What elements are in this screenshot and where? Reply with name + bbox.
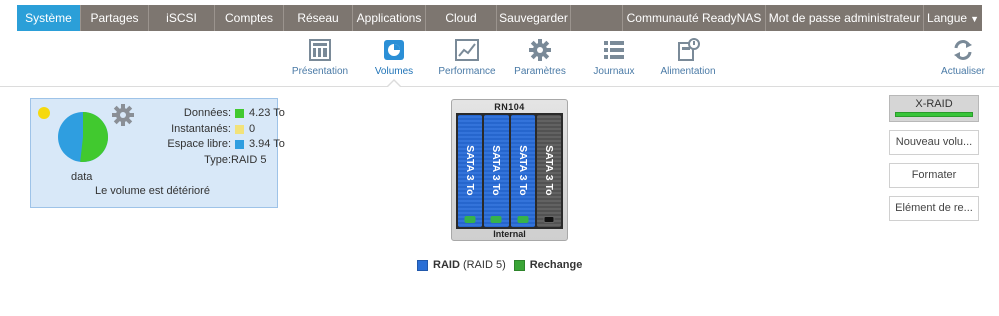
volume-name: data <box>71 171 93 183</box>
stat-label: Type: <box>204 153 231 166</box>
overview-icon <box>280 37 360 63</box>
stat-type-row: Type: RAID 5 <box>127 153 285 169</box>
legend-raid: RAID (RAID 5) <box>417 259 506 271</box>
tab-sauvegarder[interactable]: Sauvegarder <box>497 5 571 31</box>
language-label: Langue <box>927 11 968 25</box>
sub-toolbar: Présentation Volumes Performance Paramèt… <box>0 31 999 87</box>
volume-status-indicator <box>38 107 50 119</box>
tab-reseau[interactable]: Réseau <box>284 5 353 31</box>
disk-label: SATA 3 To <box>464 145 477 196</box>
raid-swatch <box>417 259 428 271</box>
xraid-status-bar <box>895 112 973 117</box>
subnav-label: Volumes <box>374 66 414 77</box>
caret-down-icon: ▼ <box>970 14 979 24</box>
active-pointer-inner <box>387 81 401 88</box>
stat-value: 4.23 To <box>249 107 285 119</box>
disk-bay-2[interactable]: SATA 3 To <box>484 115 509 227</box>
spare-swatch <box>513 259 525 271</box>
legend-spare-label: Rechange <box>529 259 583 271</box>
xraid-toggle[interactable]: X-RAID <box>889 95 979 122</box>
gear-icon <box>500 37 580 63</box>
performance-chart-icon <box>427 37 507 63</box>
nav-spacer <box>571 5 623 31</box>
stat-value: 0 <box>249 122 256 135</box>
stat-label: Données: <box>183 107 231 119</box>
stat-snapshots-row: Instantanés: 0 <box>127 122 285 138</box>
nas-chassis: RN104 SATA 3 To SATA 3 To SATA 3 To SATA… <box>451 99 568 241</box>
subnav-label: Alimentation <box>660 66 716 77</box>
tab-cloud[interactable]: Cloud <box>426 5 497 31</box>
subnav-label: Performance <box>438 66 496 77</box>
stat-data-row: Données: 4.23 To <box>127 106 285 122</box>
legend-spare: Rechange <box>513 259 583 271</box>
new-volume-button[interactable]: Nouveau volu... <box>889 130 979 155</box>
disk-legend: RAID (RAID 5) Rechange <box>417 259 590 271</box>
list-icon <box>574 37 654 63</box>
free-swatch <box>235 140 244 150</box>
stat-label: Instantanés: <box>171 122 231 135</box>
subnav-label: Journaux <box>593 66 635 77</box>
power-icon <box>648 37 728 63</box>
volumes-icon <box>354 37 434 63</box>
tab-comptes[interactable]: Comptes <box>215 5 284 31</box>
volume-usage-pie <box>58 112 109 162</box>
admin-password-link[interactable]: Mot de passe administrateur <box>766 5 924 31</box>
chassis-location: Internal <box>493 229 526 239</box>
data-swatch <box>235 109 244 119</box>
disk-led <box>490 216 502 223</box>
disk-label: SATA 3 To <box>490 145 503 196</box>
refresh-label: Actualiser <box>941 66 985 77</box>
legend-raid-detail: (RAID 5) <box>462 259 506 271</box>
volume-status-text: Le volume est détérioré <box>95 185 210 197</box>
subnav-label: Paramètres <box>514 66 566 77</box>
element-button[interactable]: Elément de re... <box>889 196 979 221</box>
disk-label: SATA 3 To <box>516 145 529 196</box>
disk-bay-3[interactable]: SATA 3 To <box>510 115 535 227</box>
language-menu[interactable]: Langue ▼ <box>924 5 982 31</box>
tab-iscsi[interactable]: iSCSI <box>149 5 215 31</box>
volume-stats: Données: 4.23 To Instantanés: 0 Espace l… <box>127 106 285 169</box>
xraid-label: X-RAID <box>915 98 953 110</box>
chassis-model: RN104 <box>494 102 525 112</box>
subnav-performance[interactable]: Performance <box>427 37 507 77</box>
stat-free-row: Espace libre: 3.94 To <box>127 137 285 153</box>
disk-led <box>543 216 555 223</box>
tab-applications[interactable]: Applications <box>353 5 426 31</box>
stat-label: Espace libre: <box>167 138 231 150</box>
stat-value: 3.94 To <box>249 138 285 150</box>
refresh-icon <box>923 37 999 63</box>
top-navigation: Système Partages iSCSI Comptes Réseau Ap… <box>17 5 982 31</box>
subnav-parametres[interactable]: Paramètres <box>500 37 580 77</box>
tab-systeme[interactable]: Système <box>17 5 81 31</box>
pie-used-slice <box>80 112 109 162</box>
refresh-button[interactable]: Actualiser <box>923 37 999 77</box>
snapshots-swatch <box>235 124 244 134</box>
community-link[interactable]: Communauté ReadyNAS <box>623 5 766 31</box>
disk-bay-1[interactable]: SATA 3 To <box>458 115 483 227</box>
disk-led <box>464 216 476 223</box>
volume-card[interactable]: Données: 4.23 To Instantanés: 0 Espace l… <box>30 98 285 208</box>
disk-bay-4[interactable]: SATA 3 To <box>536 115 561 227</box>
tab-partages[interactable]: Partages <box>81 5 149 31</box>
subnav-volumes[interactable]: Volumes <box>354 37 434 77</box>
stat-value: RAID 5 <box>231 153 267 166</box>
disk-bays: SATA 3 To SATA 3 To SATA 3 To SATA 3 To <box>456 113 563 229</box>
legend-raid-label: RAID <box>433 259 460 271</box>
format-button[interactable]: Formater <box>889 163 979 188</box>
disk-label: SATA 3 To <box>542 145 555 196</box>
subnav-presentation[interactable]: Présentation <box>280 37 360 77</box>
subnav-journaux[interactable]: Journaux <box>574 37 654 77</box>
subnav-label: Présentation <box>291 66 349 77</box>
disk-led <box>517 216 529 223</box>
subnav-alimentation[interactable]: Alimentation <box>648 37 728 77</box>
